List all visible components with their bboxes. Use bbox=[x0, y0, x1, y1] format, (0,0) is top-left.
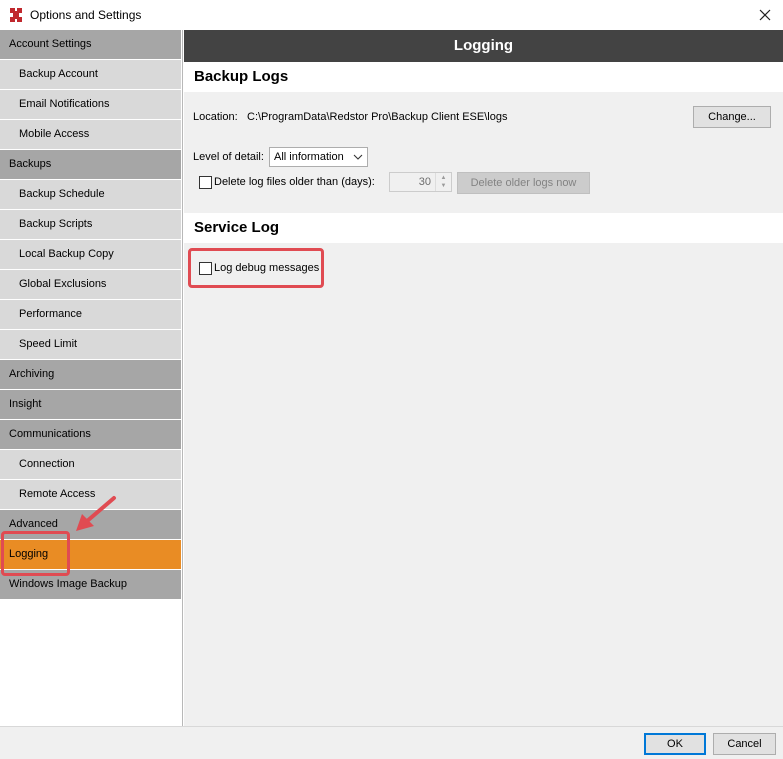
level-of-detail-select[interactable]: All information bbox=[269, 147, 368, 167]
sidebar-item-account-settings[interactable]: Account Settings bbox=[0, 30, 181, 59]
days-value: 30 bbox=[418, 176, 431, 188]
sidebar-item-backup-scripts[interactable]: Backup Scripts bbox=[0, 210, 181, 239]
cancel-button[interactable]: Cancel bbox=[713, 733, 776, 755]
log-debug-label: Log debug messages bbox=[214, 262, 320, 274]
delete-older-logs-button[interactable]: Delete older logs now bbox=[457, 172, 590, 194]
annotation-arrow-icon bbox=[76, 496, 116, 531]
sidebar-item-local-backup-copy[interactable]: Local Backup Copy bbox=[0, 240, 181, 269]
content-panel: Logging Backup Logs Location: C:\Program… bbox=[184, 30, 783, 726]
sidebar-item-speed-limit[interactable]: Speed Limit bbox=[0, 330, 181, 359]
redstor-logo-icon bbox=[10, 8, 22, 22]
level-of-detail-label: Level of detail: bbox=[193, 151, 264, 163]
sidebar-item-insight[interactable]: Insight bbox=[0, 390, 181, 419]
log-debug-checkbox[interactable] bbox=[199, 262, 212, 275]
window-title: Options and Settings bbox=[30, 8, 142, 22]
close-icon bbox=[759, 9, 771, 21]
sidebar-item-backup-account[interactable]: Backup Account bbox=[0, 60, 181, 89]
sidebar-item-logging[interactable]: Logging bbox=[0, 540, 181, 569]
section-title-backup-logs: Backup Logs bbox=[184, 62, 783, 92]
sidebar-item-mobile-access[interactable]: Mobile Access bbox=[0, 120, 181, 149]
location-value: C:\ProgramData\Redstor Pro\Backup Client… bbox=[247, 111, 508, 123]
location-label: Location: bbox=[193, 111, 238, 123]
sidebar-item-communications[interactable]: Communications bbox=[0, 420, 181, 449]
sidebar-item-archiving[interactable]: Archiving bbox=[0, 360, 181, 389]
title-bar: Options and Settings bbox=[0, 0, 783, 30]
page-title: Logging bbox=[184, 30, 783, 62]
sidebar-item-backups[interactable]: Backups bbox=[0, 150, 181, 179]
sidebar: Account Settings Backup Account Email No… bbox=[0, 30, 183, 726]
delete-old-logs-label: Delete log files older than (days): bbox=[214, 176, 375, 188]
delete-old-logs-checkbox[interactable] bbox=[199, 176, 212, 189]
chevron-down-icon bbox=[353, 154, 363, 160]
sidebar-item-performance[interactable]: Performance bbox=[0, 300, 181, 329]
section-title-service-log: Service Log bbox=[184, 213, 783, 243]
stepper-arrows-icon[interactable]: ▲ ▼ bbox=[435, 173, 451, 191]
sidebar-item-windows-image-backup[interactable]: Windows Image Backup bbox=[0, 570, 181, 599]
ok-button[interactable]: OK bbox=[644, 733, 706, 755]
sidebar-item-backup-schedule[interactable]: Backup Schedule bbox=[0, 180, 181, 209]
sidebar-item-connection[interactable]: Connection bbox=[0, 450, 181, 479]
level-of-detail-value: All information bbox=[274, 151, 344, 163]
sidebar-item-global-exclusions[interactable]: Global Exclusions bbox=[0, 270, 181, 299]
sidebar-item-email-notifications[interactable]: Email Notifications bbox=[0, 90, 181, 119]
change-location-button[interactable]: Change... bbox=[693, 106, 771, 128]
close-button[interactable] bbox=[752, 4, 778, 26]
days-stepper[interactable]: 30 ▲ ▼ bbox=[389, 172, 452, 192]
dialog-footer: OK Cancel bbox=[0, 726, 783, 759]
